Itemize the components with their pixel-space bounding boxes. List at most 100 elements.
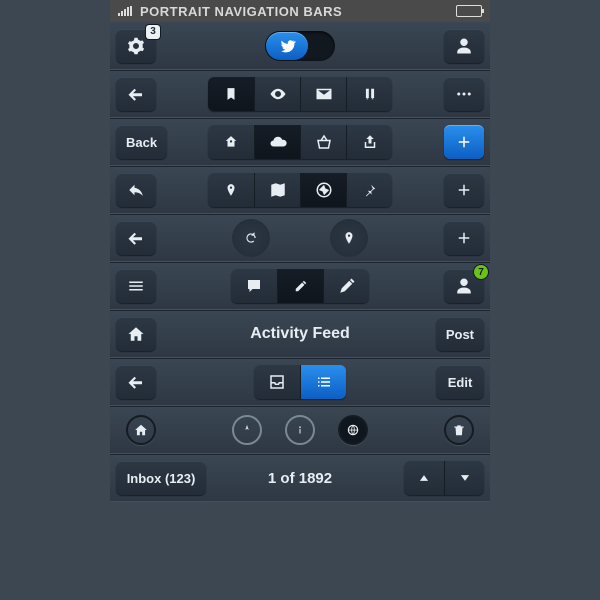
seg-share[interactable]: [346, 125, 392, 159]
home-icon: [127, 325, 145, 343]
seg-tray[interactable]: [254, 365, 300, 399]
navigation-icon: [240, 423, 254, 437]
list-icon: [315, 373, 333, 391]
seg-basket[interactable]: [300, 125, 346, 159]
profile-button-2[interactable]: 7: [444, 269, 484, 303]
ellipsis-icon: [455, 85, 473, 103]
settings-button[interactable]: 3: [116, 29, 156, 63]
seg-edit[interactable]: [277, 269, 323, 303]
profile-button[interactable]: [444, 29, 484, 63]
seg-eye[interactable]: [254, 77, 300, 111]
status-title: PORTRAIT NAVIGATION BARS: [140, 4, 448, 19]
arrow-left-icon: [127, 229, 145, 247]
pager-label: 1 of 1892: [268, 470, 332, 487]
signal-icon: [118, 6, 132, 16]
arrow-left-icon: [127, 373, 145, 391]
circle-home-button[interactable]: [126, 415, 156, 445]
pin-ghost-button[interactable]: [330, 219, 368, 257]
bar-9: [110, 406, 490, 454]
bar-5: [110, 214, 490, 262]
post-button[interactable]: Post: [436, 317, 484, 351]
seg-mail[interactable]: [300, 77, 346, 111]
eye-icon: [269, 85, 287, 103]
add-button-2[interactable]: [444, 221, 484, 255]
inbox-button[interactable]: Inbox (123): [116, 461, 206, 495]
bar-6: 7: [110, 262, 490, 310]
basket-icon: [315, 133, 333, 151]
person-icon: [455, 37, 473, 55]
circle-trash-button[interactable]: [444, 415, 474, 445]
segment-home-cloud-basket-share: [208, 125, 392, 159]
settings-badge: 3: [146, 25, 160, 39]
pager-up-down: [404, 461, 484, 495]
seg-book[interactable]: [346, 77, 392, 111]
plus-icon: [455, 229, 473, 247]
bar-4: [110, 166, 490, 214]
bar-10: Inbox (123) 1 of 1892: [110, 454, 490, 502]
arrow-left-icon: [127, 85, 145, 103]
edit-button[interactable]: Edit: [436, 365, 484, 399]
person-icon: [455, 277, 473, 295]
pin-icon: [342, 231, 356, 245]
home-icon: [134, 423, 148, 437]
gear-icon: [127, 37, 145, 55]
triangle-down-icon: [458, 471, 472, 485]
reply-button[interactable]: [116, 173, 156, 207]
back-text-button[interactable]: Back: [116, 125, 167, 159]
chat-icon: [245, 277, 263, 295]
seg-chat[interactable]: [231, 269, 277, 303]
share-icon: [361, 133, 379, 151]
seg-pen[interactable]: [323, 269, 369, 303]
seg-map[interactable]: [254, 173, 300, 207]
plus-icon: [455, 133, 473, 151]
back-arrow-button-3[interactable]: [116, 365, 156, 399]
refresh-ghost-button[interactable]: [232, 219, 270, 257]
refresh-icon: [244, 231, 258, 245]
segment-bookmark-eye-mail-book: [208, 77, 392, 111]
book-icon: [363, 87, 377, 101]
back-arrow-button-2[interactable]: [116, 221, 156, 255]
reply-icon: [127, 181, 145, 199]
home-button[interactable]: [116, 317, 156, 351]
bar-3: Back: [110, 118, 490, 166]
seg-pushpin[interactable]: [346, 173, 392, 207]
seg-home[interactable]: [208, 125, 254, 159]
add-button[interactable]: [444, 173, 484, 207]
mail-icon: [315, 85, 333, 103]
map-icon: [269, 181, 287, 199]
seg-pin[interactable]: [208, 173, 254, 207]
birdhouse-icon: [224, 135, 238, 149]
menu-icon: [127, 277, 145, 295]
bookmark-icon: [224, 87, 238, 101]
seg-bookmark[interactable]: [208, 77, 254, 111]
segment-tray-list: [254, 365, 346, 399]
add-button-blue[interactable]: [444, 125, 484, 159]
inbox-tray-icon: [268, 373, 286, 391]
segment-chat-pencil-pen: [231, 269, 369, 303]
compass-icon: [315, 181, 333, 199]
triangle-up-icon: [417, 471, 431, 485]
bar-2: [110, 70, 490, 118]
pin-icon: [224, 183, 238, 197]
trash-icon: [452, 423, 466, 437]
circle-info-button[interactable]: [285, 415, 315, 445]
circle-globe-button[interactable]: [338, 415, 368, 445]
twitter-toggle[interactable]: [265, 31, 335, 61]
seg-list[interactable]: [300, 365, 346, 399]
activity-feed-title: Activity Feed: [250, 325, 350, 343]
page-up-button[interactable]: [404, 461, 444, 495]
more-button[interactable]: [444, 77, 484, 111]
bar-1: 3: [110, 22, 490, 70]
seg-cloud[interactable]: [254, 125, 300, 159]
back-arrow-button[interactable]: [116, 77, 156, 111]
menu-button[interactable]: [116, 269, 156, 303]
bar-8: Edit: [110, 358, 490, 406]
fountain-pen-icon: [338, 277, 356, 295]
page-down-button[interactable]: [444, 461, 484, 495]
plus-icon: [455, 181, 473, 199]
globe-icon: [346, 423, 360, 437]
twitter-icon: [278, 37, 296, 55]
cloud-icon: [269, 133, 287, 151]
circle-compass-button[interactable]: [232, 415, 262, 445]
seg-compass[interactable]: [300, 173, 346, 207]
